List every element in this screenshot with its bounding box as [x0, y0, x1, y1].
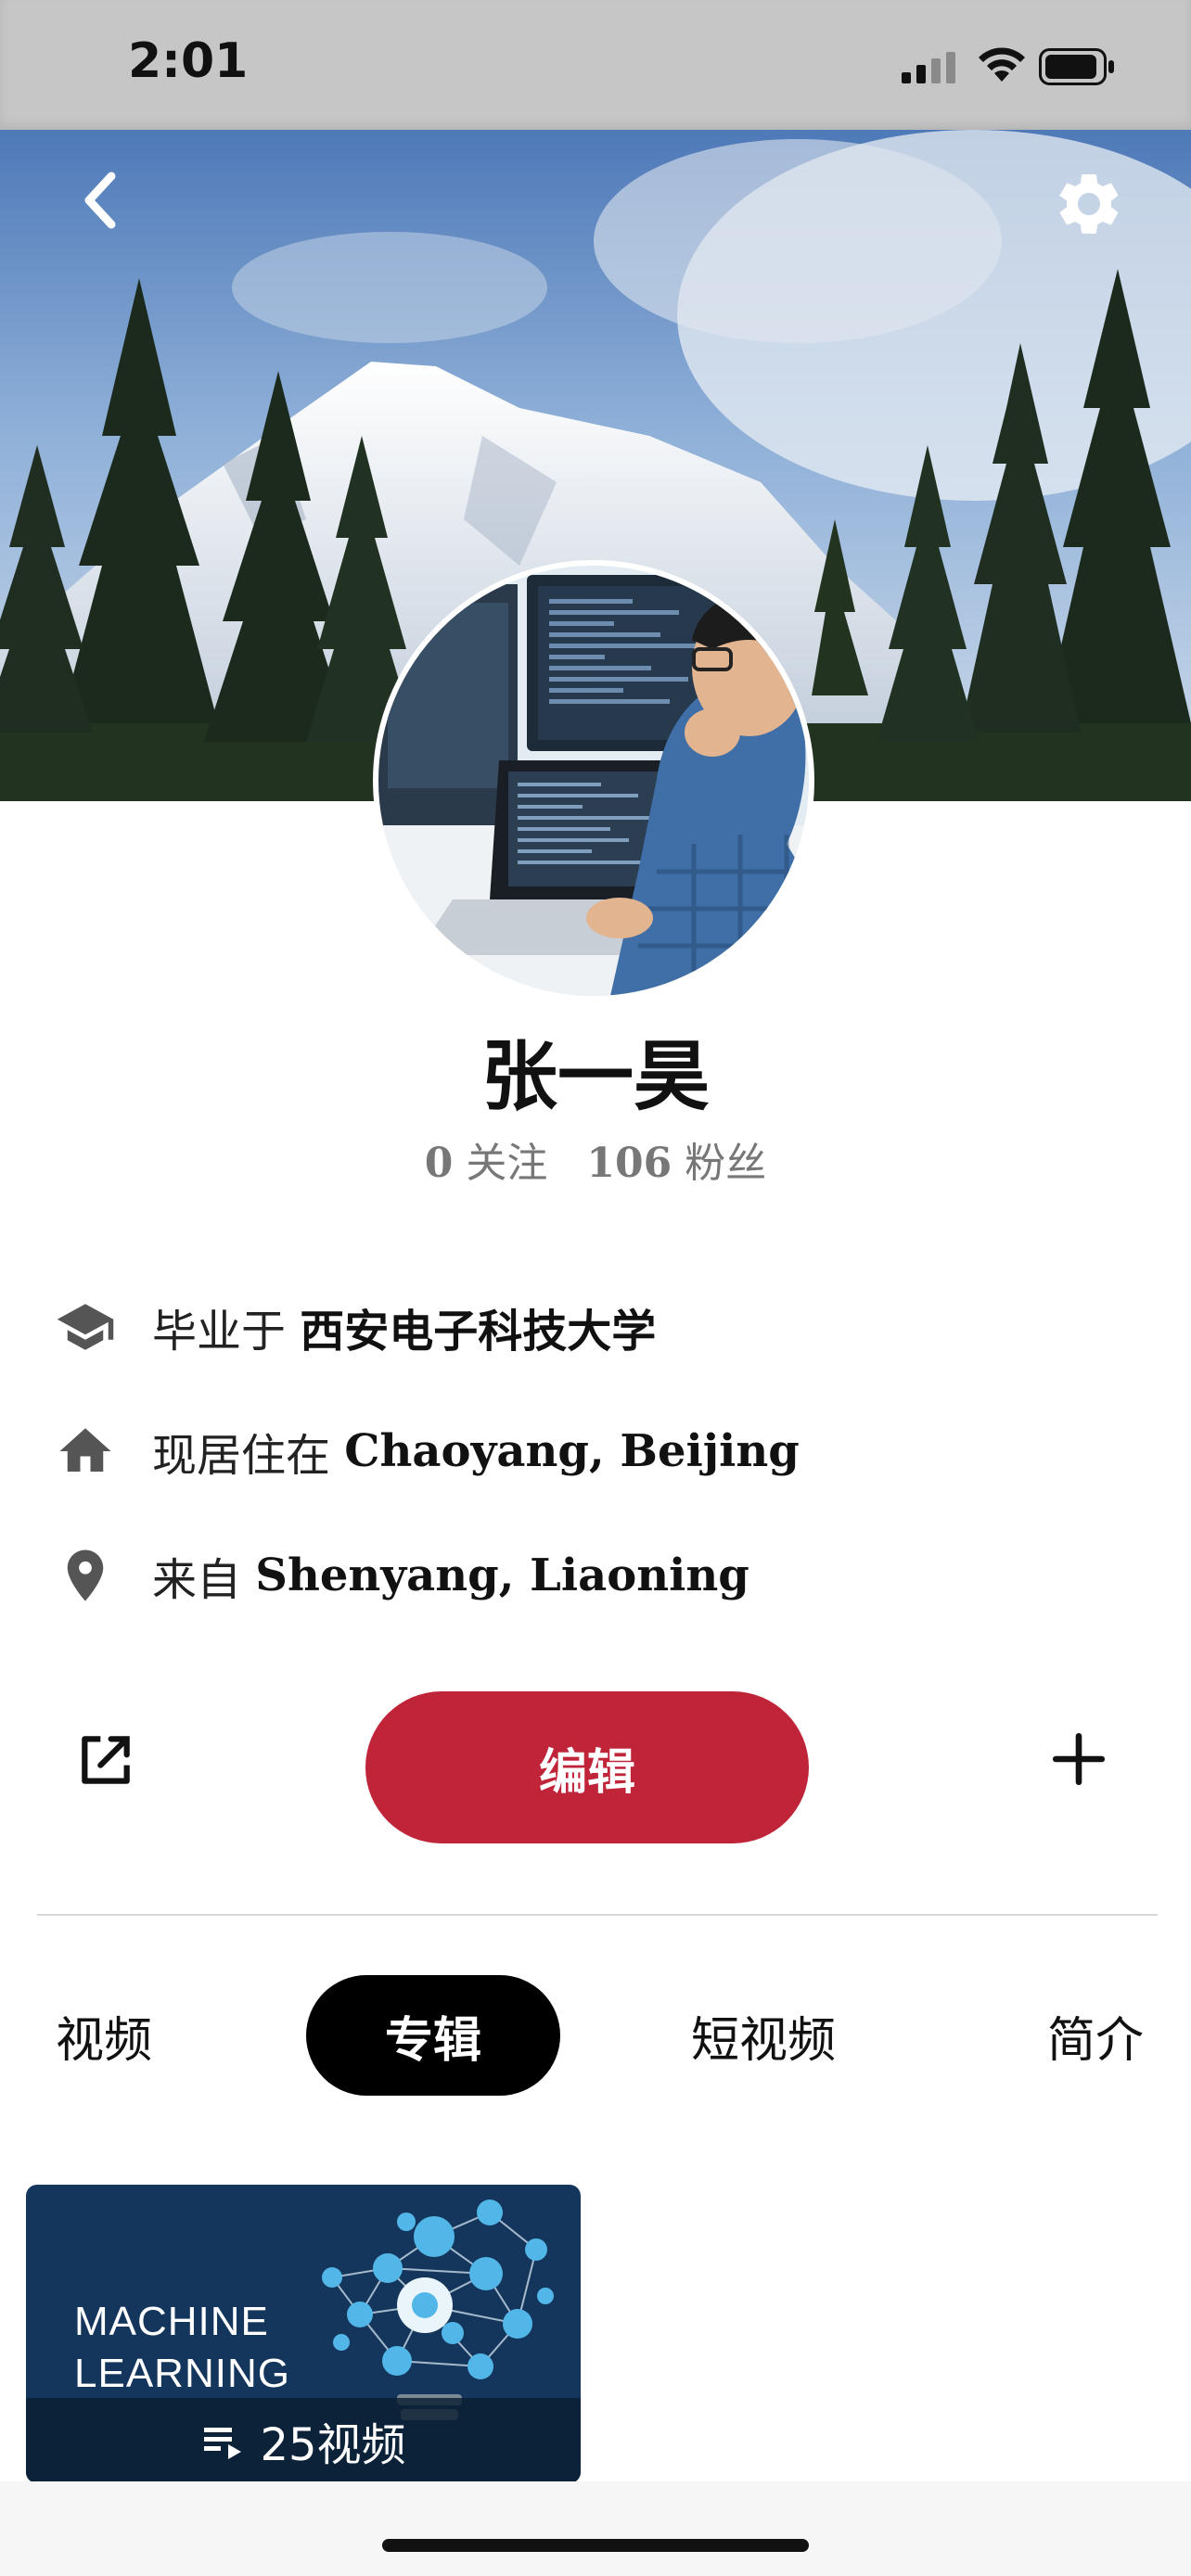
- lightbulb-network-graphic: [322, 2200, 554, 2420]
- origin-prefix: 来自: [152, 1554, 242, 1606]
- graduation-cap-icon: [52, 1294, 119, 1360]
- origin-row: 来自 Shenyang, Liaoning: [52, 1543, 749, 1608]
- album-title-line1: MACHINE: [74, 2299, 269, 2344]
- tab-videos[interactable]: 视频: [37, 1975, 171, 2096]
- tab-albums[interactable]: 专辑: [306, 1975, 560, 2096]
- album-title-line2: LEARNING: [74, 2351, 290, 2396]
- home-icon: [52, 1418, 119, 1485]
- education-value: 西安电子科技大学: [300, 1306, 657, 1358]
- followers-count: 106: [586, 1140, 672, 1187]
- home-indicator-area: [0, 2481, 1191, 2576]
- location-pin-icon: [52, 1542, 119, 1609]
- plus-icon[interactable]: [1048, 1728, 1109, 1790]
- avatar[interactable]: [373, 560, 814, 1001]
- gear-icon[interactable]: [1052, 167, 1126, 241]
- following-label: 关注: [466, 1140, 548, 1187]
- residence-value: Chaoyang, Beijing: [344, 1425, 800, 1477]
- followers-label: 粉丝: [685, 1140, 767, 1187]
- tab-intro[interactable]: 简介: [1035, 1975, 1156, 2096]
- following-count: 0: [424, 1140, 454, 1187]
- education-prefix: 毕业于: [152, 1306, 287, 1358]
- residence-row: 现居住在 Chaoyang, Beijing: [52, 1419, 800, 1484]
- edit-button[interactable]: 编辑: [365, 1691, 809, 1843]
- album-card[interactable]: MACHINE LEARNING 25视频: [26, 2185, 581, 2483]
- wifi-icon: [979, 47, 1025, 82]
- followers-stat[interactable]: 106 粉丝: [586, 1140, 766, 1187]
- back-icon[interactable]: [69, 163, 134, 237]
- tab-short-videos[interactable]: 短视频: [677, 1975, 850, 2096]
- cellular-signal-icon: [902, 52, 955, 83]
- album-video-count: 25视频: [260, 2419, 406, 2471]
- divider: [37, 1914, 1158, 1916]
- playlist-icon: [204, 2428, 242, 2459]
- battery-icon: [1039, 48, 1114, 85]
- status-time: 2:01: [128, 33, 249, 89]
- home-indicator[interactable]: [382, 2539, 809, 2552]
- follow-stats: 0 关注 106 粉丝: [0, 1129, 1191, 1189]
- following-stat[interactable]: 0 关注: [425, 1140, 548, 1187]
- origin-value: Shenyang, Liaoning: [255, 1549, 749, 1601]
- education-row: 毕业于 西安电子科技大学: [52, 1294, 656, 1359]
- album-info-bar: 25视频: [26, 2398, 581, 2483]
- residence-prefix: 现居住在: [152, 1430, 331, 1482]
- album-title: MACHINE LEARNING: [74, 2296, 290, 2400]
- share-icon[interactable]: [74, 1728, 137, 1792]
- profile-name: 张一昊: [480, 1033, 710, 1121]
